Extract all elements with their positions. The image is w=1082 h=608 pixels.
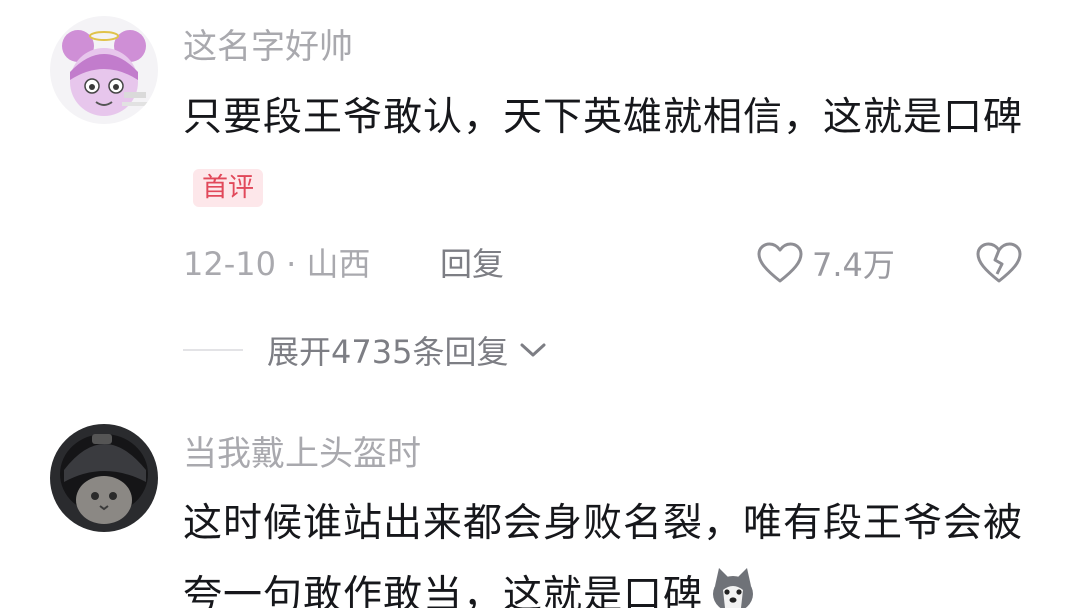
comment-list: 这名字好帅 只要段王爷敢认，天下英雄就相信，这就是口碑首评 12-10 · 山西… — [0, 0, 1082, 608]
heart-icon — [757, 242, 803, 283]
reply-button[interactable]: 回复 — [440, 244, 504, 284]
like-count: 7.4万 — [812, 246, 895, 284]
comment-meta: 12-10 · 山西 — [183, 245, 371, 283]
like-button[interactable]: 7.4万 — [756, 238, 895, 288]
comment-item: 当我戴上头盔时 这时候谁站出来都会身败名裂，唯有段王爷会被夸一句敢作敢当，这就是… — [0, 400, 1082, 608]
husky-dog-emoji-icon — [707, 564, 759, 608]
comment-body: 这时候谁站出来都会身败名裂，唯有段王爷会被夸一句敢作敢当，这就是口碑 — [183, 501, 1024, 608]
comment-text: 这时候谁站出来都会身败名裂，唯有段王爷会被夸一句敢作敢当，这就是口碑 — [183, 488, 1023, 608]
avatar[interactable] — [50, 424, 158, 532]
comment-username[interactable]: 这名字好帅 — [183, 27, 353, 67]
avatar-helmet-cat-image — [50, 424, 158, 532]
chevron-down-icon — [518, 340, 548, 360]
first-comment-badge: 首评 — [193, 169, 264, 207]
comment-username[interactable]: 当我戴上头盔时 — [183, 434, 421, 474]
comment-text: 只要段王爷敢认，天下英雄就相信，这就是口碑首评 — [183, 82, 1023, 226]
expand-divider — [183, 349, 243, 351]
expand-replies-button[interactable]: 展开4735条回复 — [183, 326, 548, 374]
dislike-button[interactable] — [974, 238, 1024, 288]
broken-heart-icon — [976, 242, 1022, 283]
expand-replies-label: 展开4735条回复 — [267, 333, 509, 371]
comment-item: 这名字好帅 只要段王爷敢认，天下英雄就相信，这就是口碑首评 12-10 · 山西… — [0, 0, 1082, 400]
comment-body: 只要段王爷敢认，天下英雄就相信，这就是口碑 — [183, 95, 1024, 140]
avatar[interactable] — [50, 16, 158, 124]
avatar-anime-girl-image — [50, 16, 158, 124]
